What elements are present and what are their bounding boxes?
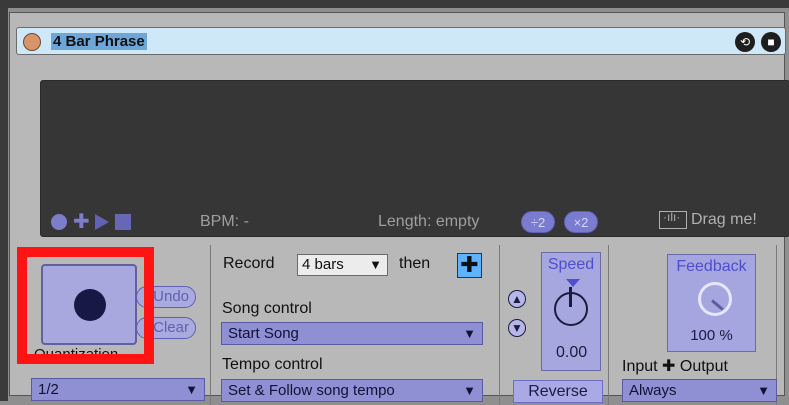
- reverse-button[interactable]: Reverse: [513, 380, 603, 403]
- device-panel: 4 Bar Phrase ⟲ ■ ✚ BPM: - Length: empty …: [9, 12, 789, 405]
- top-strip: [0, 0, 789, 8]
- add-icon[interactable]: ✚: [73, 212, 90, 232]
- stop-icon[interactable]: [115, 214, 131, 230]
- feedback-panel: Feedback 100 %: [667, 254, 756, 352]
- divider: [210, 245, 211, 405]
- speed-indicator-icon: [566, 279, 580, 287]
- tempo-control-value: Set & Follow song tempo: [228, 382, 395, 399]
- arrow-up-icon[interactable]: ▲: [508, 290, 526, 308]
- record-highlight: [17, 247, 154, 364]
- divider: [499, 245, 500, 405]
- length-readout: Length: empty: [378, 213, 480, 230]
- reset-icon[interactable]: ⟲: [735, 32, 755, 52]
- chevron-down-icon: ▼: [463, 383, 476, 398]
- quantization-dropdown[interactable]: 1/2 ▼: [31, 378, 205, 401]
- save-icon[interactable]: ■: [761, 32, 781, 52]
- waveform-icon: [659, 210, 687, 229]
- chevron-down-icon: ▼: [463, 326, 476, 341]
- quantization-value: 1/2: [38, 381, 59, 398]
- record-length-dropdown[interactable]: 4 bars ▼: [297, 254, 388, 276]
- play-icon[interactable]: [95, 214, 109, 230]
- then-label: then: [399, 255, 431, 272]
- speed-knob-pointer: [569, 287, 572, 307]
- multiply-by-2-button[interactable]: ×2: [564, 211, 598, 233]
- transport-controls: ✚: [51, 212, 131, 232]
- speed-panel: Speed 0.00: [541, 252, 601, 371]
- song-control-value: Start Song: [228, 325, 299, 342]
- speed-label: Speed: [547, 256, 595, 273]
- input-output-dropdown[interactable]: Always ▼: [622, 379, 777, 402]
- chevron-down-icon: ▼: [757, 383, 770, 398]
- arrow-down-icon[interactable]: ▼: [508, 319, 526, 337]
- left-sidebar: [0, 0, 8, 401]
- feedback-knob[interactable]: [698, 282, 732, 316]
- device-title: 4 Bar Phrase: [51, 33, 147, 50]
- chevron-down-icon: ▼: [369, 257, 382, 272]
- divider: [608, 245, 609, 405]
- then-action-button[interactable]: ✚: [457, 253, 482, 278]
- feedback-value: 100 %: [690, 327, 733, 344]
- drag-handle[interactable]: Drag me!: [659, 210, 757, 229]
- app-frame: 4 Bar Phrase ⟲ ■ ✚ BPM: - Length: empty …: [0, 0, 789, 405]
- record-icon[interactable]: [51, 214, 67, 230]
- drag-label: Drag me!: [691, 211, 757, 229]
- bpm-readout: BPM: -: [200, 213, 249, 230]
- input-output-label: Input ✚ Output: [622, 358, 728, 375]
- tempo-control-label: Tempo control: [222, 356, 323, 373]
- device-titlebar[interactable]: 4 Bar Phrase ⟲ ■: [16, 27, 786, 55]
- song-control-label: Song control: [222, 300, 312, 317]
- loop-display: ✚ BPM: - Length: empty ÷2 ×2 Drag me!: [40, 80, 789, 237]
- song-control-dropdown[interactable]: Start Song ▼: [221, 322, 483, 345]
- record-label: Record: [223, 255, 275, 272]
- input-output-value: Always: [629, 382, 677, 399]
- record-length-value: 4 bars: [302, 256, 344, 273]
- chevron-down-icon: ▼: [185, 382, 198, 397]
- device-power-icon[interactable]: [23, 33, 41, 51]
- tempo-control-dropdown[interactable]: Set & Follow song tempo ▼: [221, 379, 483, 402]
- divide-by-2-button[interactable]: ÷2: [521, 211, 555, 233]
- speed-value: 0.00: [556, 344, 588, 361]
- feedback-label: Feedback: [676, 258, 747, 275]
